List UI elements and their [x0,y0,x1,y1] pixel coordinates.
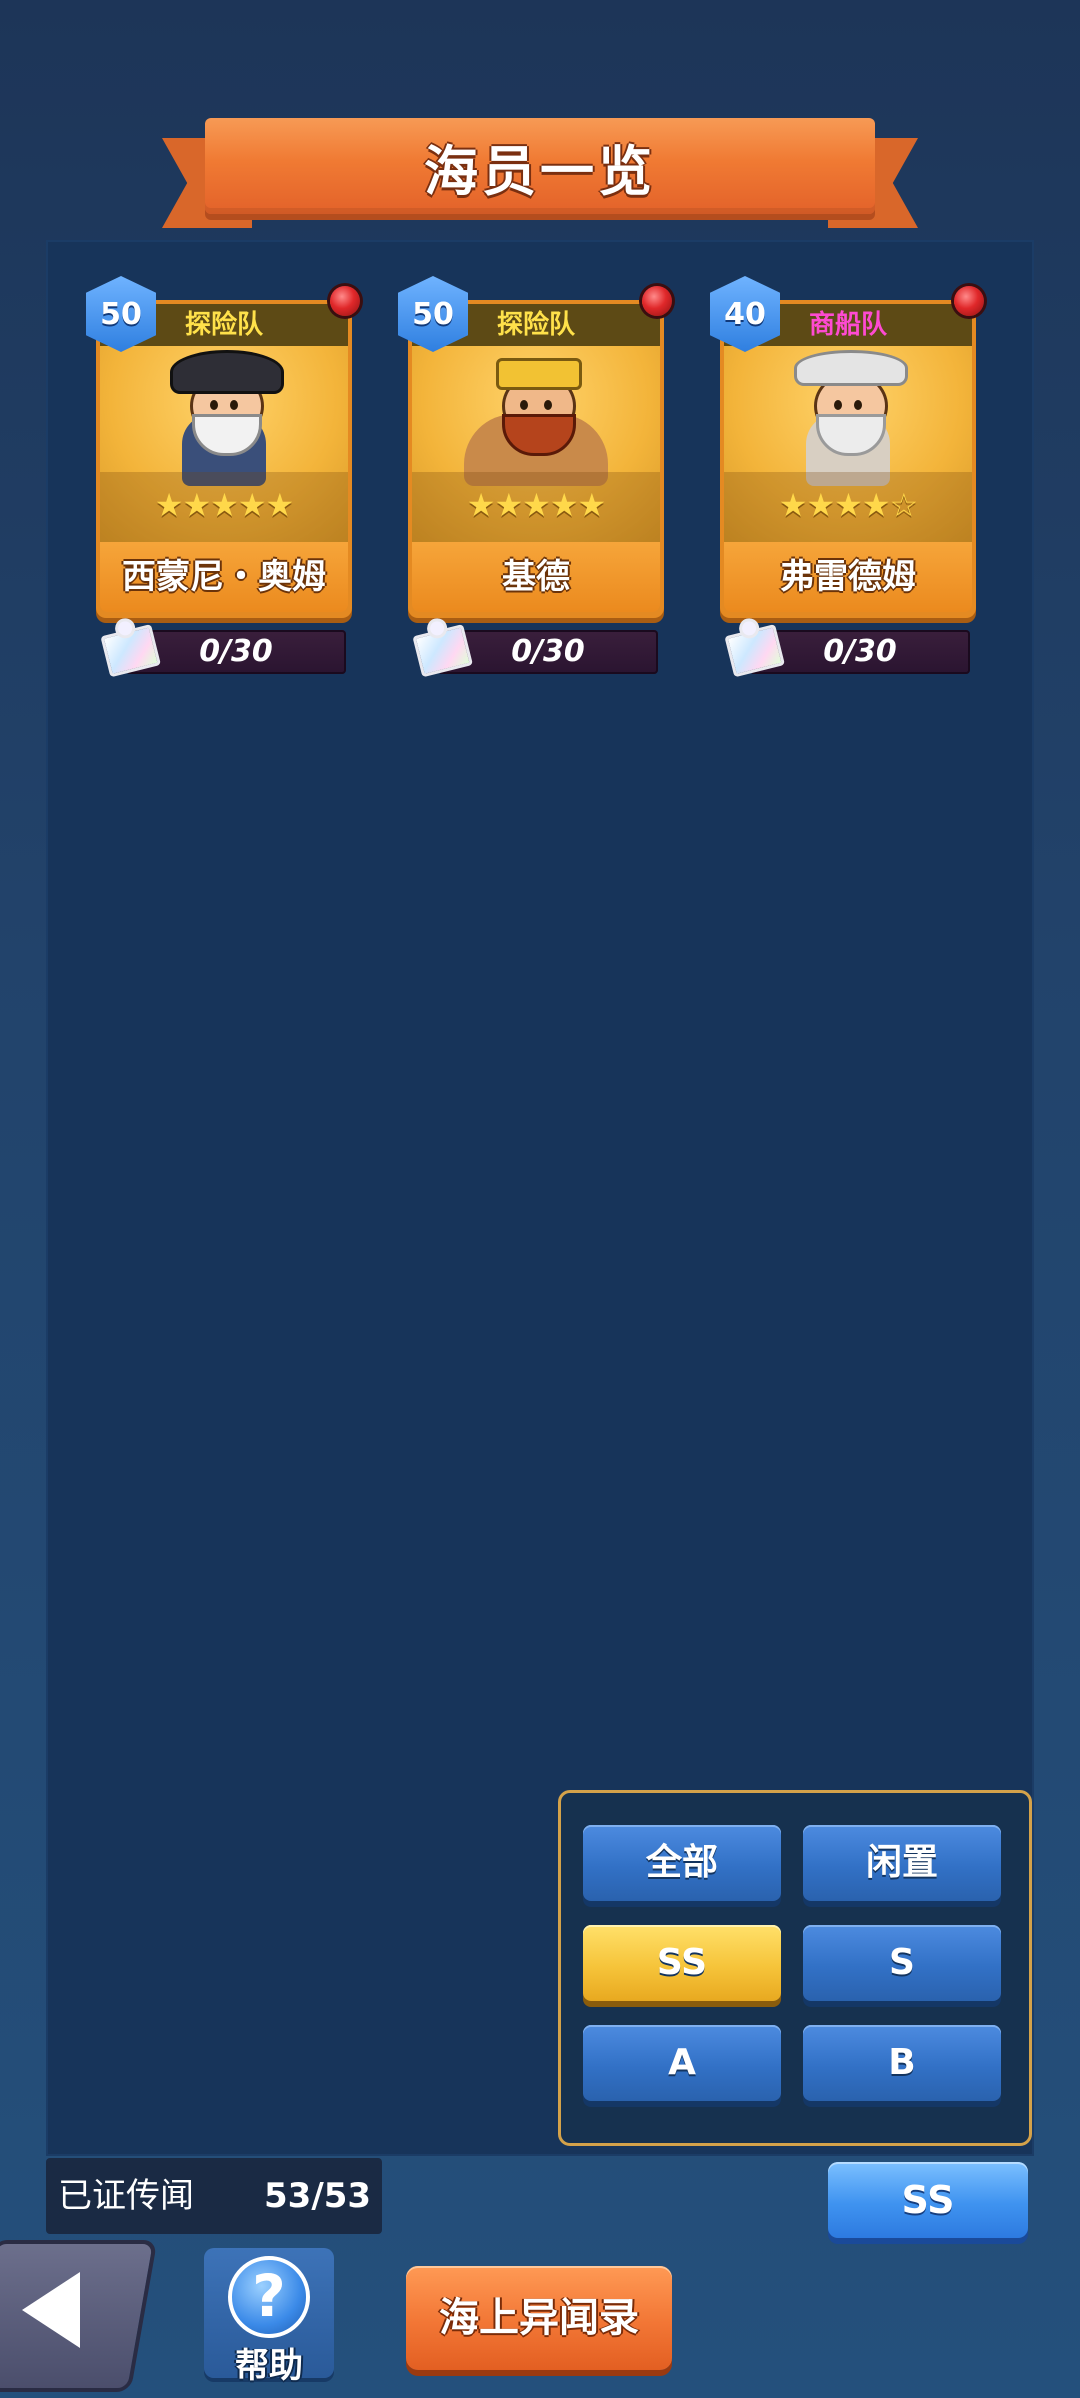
filter-all-button[interactable]: 全部 [583,1825,781,1901]
crown-icon [496,358,582,390]
crew-name: 西蒙尼・奥姆 [122,557,326,597]
help-button[interactable]: ? 帮助 [204,2248,334,2386]
notification-dot-icon [954,286,984,316]
figure-eye [520,400,528,410]
grade-toggle-button[interactable]: SS [828,2162,1028,2238]
notification-dot-icon [330,286,360,316]
crew-card[interactable]: 探险队 ★★★★★ 基德 50 [398,276,672,620]
figure-eye [230,400,238,410]
rumor-counter: 已证传闻 53/53 [46,2158,382,2234]
filter-idle-button[interactable]: 闲置 [803,1825,1001,1901]
crew-stars: ★★★★☆ [778,486,918,524]
pirate-hat-icon [170,350,284,394]
page-title: 海员一览 [424,139,656,203]
crew-card[interactable]: 商船队 ★★★★☆ 弗雷德姆 40 [710,276,984,620]
title-banner: 海员一览 [205,118,875,214]
filter-a-button[interactable]: A [583,2025,781,2101]
back-arrow-icon [22,2272,80,2348]
rumor-label: 已证传闻 [58,2176,194,2216]
figure-eye [544,400,552,410]
filter-s-button[interactable]: S [803,1925,1001,2001]
sea-rumors-log-button[interactable]: 海上异闻录 [406,2266,672,2370]
crew-card[interactable]: 探险队 ★★★★★ 西蒙尼・奥姆 50 [86,276,360,620]
question-mark-icon: ? [228,2256,310,2338]
white-wig-icon [794,350,908,386]
crew-name: 弗雷德姆 [780,557,916,597]
help-label: 帮助 [235,2346,303,2386]
rumor-count: 53/53 [264,2176,372,2216]
figure-eye [210,400,218,410]
crew-stars: ★★★★★ [466,486,606,524]
filter-ss-button[interactable]: SS [583,1925,781,2001]
filter-b-button[interactable]: B [803,2025,1001,2101]
crew-name: 基德 [502,557,570,597]
notification-dot-icon [642,286,672,316]
grade-filter-panel: 全部 闲置 SS S A B [558,1790,1032,2146]
crew-stars: ★★★★★ [154,486,294,524]
figure-eye [854,400,862,410]
figure-eye [834,400,842,410]
